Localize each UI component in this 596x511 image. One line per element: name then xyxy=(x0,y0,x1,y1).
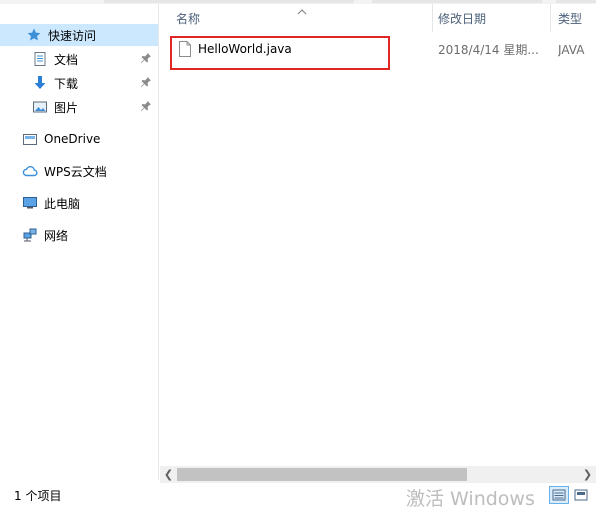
large-icons-view-button[interactable] xyxy=(571,486,591,504)
pin-icon[interactable] xyxy=(140,52,152,66)
file-name: HelloWorld.java xyxy=(198,42,292,56)
details-view-icon xyxy=(552,489,566,501)
nav-item-network[interactable]: 网络 xyxy=(0,224,158,246)
nav-label: 快速访问 xyxy=(48,28,97,43)
computer-icon xyxy=(22,195,38,211)
network-icon xyxy=(22,227,38,243)
nav-label: 此电脑 xyxy=(44,196,81,211)
file-list-pane: 名称 修改日期 类型 HelloWorld.java 2018/4/14 星期.… xyxy=(160,4,596,480)
column-header-type[interactable]: 类型 xyxy=(550,4,596,32)
nav-item-downloads[interactable]: 下载 xyxy=(0,72,158,94)
toolbar-edge xyxy=(104,0,354,3)
nav-label: 图片 xyxy=(54,100,79,115)
nav-item-quick-access[interactable]: 快速访问 xyxy=(0,24,158,46)
document-icon xyxy=(32,51,48,67)
nav-item-pictures[interactable]: 图片 xyxy=(0,96,158,118)
toolbar-edge xyxy=(556,0,596,3)
nav-label: 网络 xyxy=(44,228,69,243)
nav-label: WPS云文档 xyxy=(44,164,107,179)
onedrive-icon xyxy=(22,131,38,147)
large-icons-view-icon xyxy=(574,489,588,501)
cloud-icon xyxy=(22,163,38,179)
scroll-left-icon[interactable]: ❮ xyxy=(160,466,177,483)
toolbar-edge xyxy=(372,0,542,3)
scroll-right-icon[interactable]: ❯ xyxy=(579,466,596,483)
file-icon xyxy=(178,41,192,57)
nav-item-documents[interactable]: 文档 xyxy=(0,48,158,70)
horizontal-scrollbar[interactable]: ❮ ❯ xyxy=(160,466,596,483)
item-count: 1 个项目 xyxy=(14,489,62,503)
file-name-cell[interactable]: HelloWorld.java xyxy=(178,38,292,60)
picture-icon xyxy=(32,99,48,115)
nav-label: 下载 xyxy=(54,76,79,91)
download-arrow-icon xyxy=(32,75,48,91)
pane-divider xyxy=(158,4,159,480)
pin-icon[interactable] xyxy=(140,100,152,114)
scrollbar-thumb[interactable] xyxy=(177,468,467,481)
file-date-modified: 2018/4/14 星期... xyxy=(438,42,539,57)
nav-item-this-pc[interactable]: 此电脑 xyxy=(0,192,158,214)
nav-item-onedrive[interactable]: OneDrive xyxy=(0,128,158,150)
column-header-row: 名称 修改日期 类型 xyxy=(160,4,596,32)
nav-label: OneDrive xyxy=(44,132,101,146)
star-icon xyxy=(26,27,42,43)
nav-item-wps-cloud[interactable]: WPS云文档 xyxy=(0,160,158,182)
pin-icon[interactable] xyxy=(140,76,152,90)
table-row[interactable]: HelloWorld.java 2018/4/14 星期... JAVA 文 xyxy=(172,38,586,60)
details-view-button[interactable] xyxy=(549,486,569,504)
column-header-name[interactable]: 名称 xyxy=(168,4,430,32)
nav-label: 文档 xyxy=(54,52,79,67)
file-type: JAVA 文 xyxy=(558,42,586,57)
navigation-pane: 快速访问 文档 下载 图片 OneDrive WPS云文档 此电脑 网络 xyxy=(0,4,158,480)
column-header-date-modified[interactable]: 修改日期 xyxy=(430,4,550,32)
